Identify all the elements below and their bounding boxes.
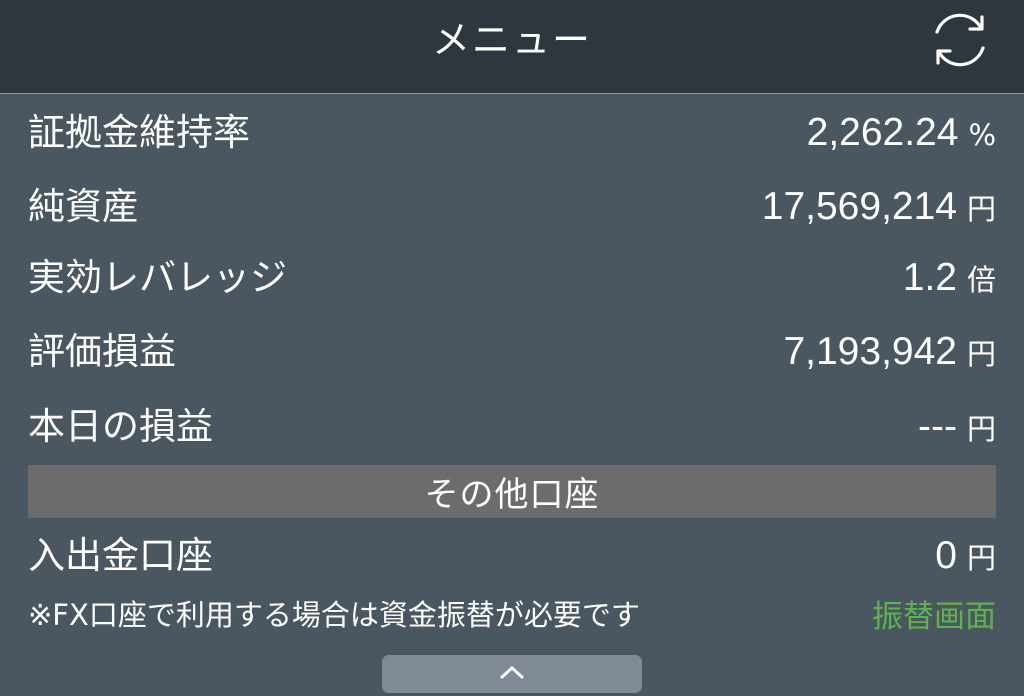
today-pl-value: --- (918, 405, 957, 448)
net-assets-label: 純資産 (28, 185, 139, 228)
maintenance-rate-row: 証拠金維持率 2,262.24 % (28, 103, 996, 163)
effective-leverage-value-group: 1.2 倍 (903, 256, 996, 300)
deposit-account-label: 入出金口座 (28, 534, 213, 577)
other-accounts-section-header: その他口座 (28, 465, 996, 518)
unrealized-pl-label: 評価損益 (28, 330, 176, 373)
collapse-button[interactable] (382, 655, 642, 693)
chevron-up-icon (499, 664, 525, 684)
unrealized-pl-row: 評価損益 7,193,942 円 (28, 322, 996, 382)
unrealized-pl-value: 7,193,942 (783, 330, 957, 373)
unrealized-pl-unit: 円 (966, 337, 996, 371)
net-assets-unit: 円 (966, 192, 996, 226)
refresh-icon (926, 6, 994, 78)
net-assets-value-group: 17,569,214 円 (762, 185, 996, 229)
effective-leverage-row: 実効レバレッジ 1.2 倍 (28, 248, 996, 308)
unrealized-pl-value-group: 7,193,942 円 (783, 330, 996, 374)
deposit-account-value-group: 0 円 (935, 534, 996, 578)
today-pl-unit: 円 (966, 412, 996, 446)
transfer-note-row: ※FX口座で利用する場合は資金振替が必要です 振替画面 (28, 590, 996, 636)
maintenance-rate-label: 証拠金維持率 (28, 111, 250, 154)
transfer-note: ※FX口座で利用する場合は資金振替が必要です (28, 598, 640, 632)
net-assets-value: 17,569,214 (761, 185, 957, 228)
maintenance-rate-value-group: 2,262.24 % (807, 111, 996, 155)
refresh-button[interactable] (922, 4, 998, 80)
header-bar: メニュー (0, 0, 1024, 94)
net-assets-row: 純資産 17,569,214 円 (28, 177, 996, 237)
maintenance-rate-value: 2,262.24 (806, 111, 959, 154)
effective-leverage-value: 1.2 (902, 256, 957, 299)
effective-leverage-label: 実効レバレッジ (28, 256, 287, 299)
today-pl-label: 本日の損益 (28, 405, 213, 448)
transfer-screen-link[interactable]: 振替画面 (872, 591, 996, 636)
maintenance-rate-unit: % (968, 118, 996, 152)
deposit-account-row: 入出金口座 0 円 (28, 526, 996, 586)
effective-leverage-unit: 倍 (966, 263, 996, 297)
page-title: メニュー (431, 18, 592, 62)
today-pl-value-group: --- 円 (918, 405, 996, 449)
deposit-account-unit: 円 (966, 541, 996, 575)
other-accounts-section-title: その他口座 (424, 475, 600, 515)
deposit-account-value: 0 (935, 534, 957, 577)
today-pl-row: 本日の損益 --- 円 (28, 397, 996, 457)
